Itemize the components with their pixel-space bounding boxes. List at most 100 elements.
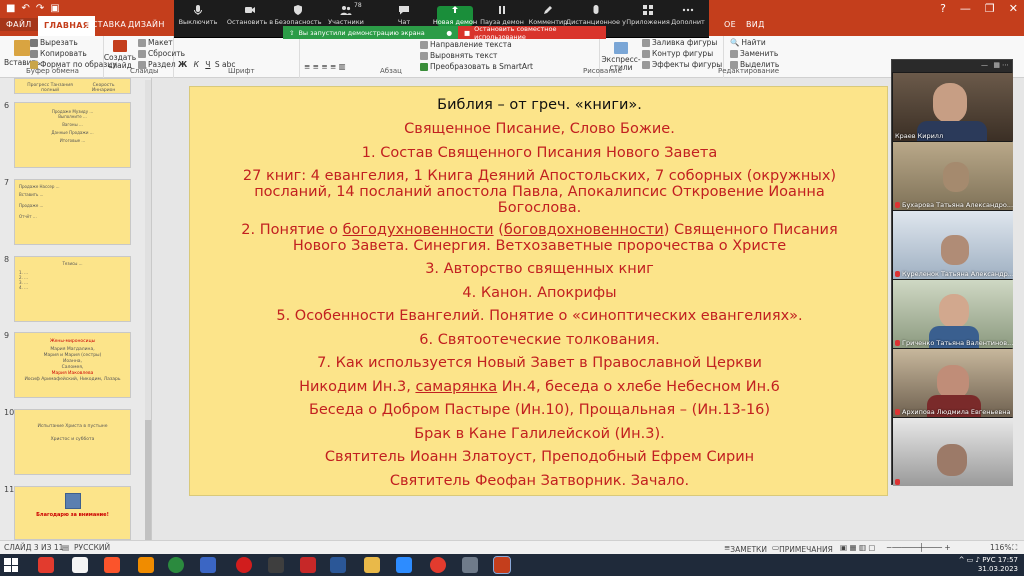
participant-tile[interactable] — [893, 418, 1013, 486]
clipboard-label: Буфер обмена — [26, 67, 79, 75]
yandex-icon[interactable] — [38, 557, 54, 573]
tab-review-partial[interactable]: ОЕ — [718, 18, 742, 31]
replace-button[interactable]: Заменить — [730, 49, 778, 58]
text-direction-button[interactable]: Направление текста — [420, 40, 512, 49]
shape-fill-button[interactable]: Заливка фигуры — [642, 38, 717, 47]
stop-share-button[interactable]: ■ Остановить совместное использование — [458, 25, 606, 41]
minimize-gallery-icon[interactable]: — — [981, 61, 988, 69]
thumbnail-scrollbar[interactable] — [145, 80, 151, 570]
share-notice: ⇧ Вы запустили демонстрацию экрана ● — [283, 26, 458, 39]
gallery-view-icon[interactable]: ▦ — [993, 61, 1000, 69]
paste-icon — [14, 40, 31, 56]
language-indicator[interactable]: РУССКИЙ — [74, 543, 110, 552]
slide-number: 6 — [4, 101, 10, 110]
find-button[interactable]: 🔍 Найти — [730, 38, 766, 47]
slide-counter: СЛАЙД 3 ИЗ 11 — [4, 543, 64, 552]
participants-button[interactable]: Участники 78 — [316, 2, 376, 26]
slide-thumbnail-8[interactable]: Тезисы ... 1. ... 2. ... 3. ... 4. ... — [14, 256, 131, 322]
gallery-header: — ▦ ⋯ — [892, 60, 1012, 72]
app-icon[interactable] — [364, 557, 380, 573]
align-text-button[interactable]: Выровнять текст — [420, 51, 497, 60]
word-icon[interactable] — [330, 557, 346, 573]
copy-button[interactable]: Копировать — [30, 49, 87, 58]
zoom-icon[interactable] — [396, 557, 412, 573]
tray-icons: ^ ▭ ♪ — [958, 556, 983, 564]
muted-mic-icon — [895, 479, 900, 485]
save-icon[interactable]: ■ — [6, 3, 15, 14]
start-button[interactable] — [4, 558, 18, 572]
slide-line: Священное Писание, Слово Божие. — [404, 121, 675, 137]
tab-view[interactable]: ВИД — [740, 18, 771, 31]
slide-number: 10 — [4, 408, 15, 417]
participant-tile[interactable]: Бухарова Татьяна Александро... — [893, 142, 1013, 210]
slide-thumbnail-11[interactable]: Благодарю за внимание! — [14, 486, 131, 540]
app-icon[interactable] — [72, 557, 88, 573]
participant-gallery: — ▦ ⋯ Краев Кирилл Бухарова Татьяна Алек… — [891, 59, 1013, 486]
participants-icon — [340, 6, 352, 15]
pencil-icon — [544, 6, 552, 14]
stop-square-icon: ■ — [464, 28, 471, 37]
layout-button[interactable]: Макет — [138, 38, 173, 47]
scissors-icon — [30, 38, 38, 47]
status-bar: СЛАЙД 3 ИЗ 11 ▤ РУССКИЙ ≡ ЗАМЕТКИ ▭ ПРИМ… — [0, 540, 1024, 554]
participant-tile[interactable]: Краев Кирилл — [893, 73, 1013, 141]
copy-icon — [30, 49, 38, 58]
system-tray[interactable]: ^ ▭ ♪ РУС 17:57 31.03.2023 — [959, 556, 1018, 574]
more-dots-icon — [682, 8, 694, 12]
windows-taskbar: ^ ▭ ♪ РУС 17:57 31.03.2023 — [0, 554, 1024, 576]
participant-tile[interactable]: Куреленок Татьяна Александр... — [893, 211, 1013, 279]
view-buttons[interactable]: ▣ ▦ ▥ ▢ — [840, 543, 876, 552]
chrome-icon[interactable] — [168, 557, 184, 573]
participant-tile[interactable]: Архипова Людмила Евгеньевна — [893, 349, 1013, 417]
fit-slide-icon[interactable]: ⛶ — [1012, 543, 1017, 553]
slide-thumbnail-5[interactable]: Прогресс Танзания полный Скорость Иннарио… — [14, 78, 131, 94]
mute-button[interactable]: Выключить — [168, 2, 228, 26]
slide-line: 4. Канон. Апокрифы — [462, 285, 617, 301]
font-label: Шрифт — [228, 67, 255, 75]
vlc-icon[interactable] — [138, 557, 154, 573]
redo-icon[interactable]: ↷ — [36, 3, 44, 14]
slides-label: Слайды — [130, 67, 159, 75]
notes-button[interactable]: ≡ ЗАМЕТКИ — [724, 543, 767, 554]
app-icon[interactable] — [462, 557, 478, 573]
spellcheck-icon[interactable]: ▤ — [62, 543, 69, 552]
opera-icon[interactable] — [236, 557, 252, 573]
zoom-level[interactable]: 116% — [990, 543, 1011, 552]
tab-design[interactable]: ДИЗАЙН — [122, 18, 171, 31]
app-icon[interactable] — [268, 557, 284, 573]
current-slide[interactable]: Библия – от греч. «книги». Священное Пис… — [189, 86, 888, 496]
slide-thumbnail-6[interactable]: Продаже Музиду ... Выполните ... Вагоны .… — [14, 102, 131, 168]
slide-thumbnail-panel: Прогресс Танзания полный Скорость Иннарио… — [0, 78, 152, 540]
participant-tile[interactable]: Гриченко Татьяна Валентинов... — [893, 280, 1013, 348]
cut-button[interactable]: Вырезать — [30, 38, 78, 47]
mouse-icon — [593, 5, 599, 14]
slide-line: Святитель Феофан Затворник. Зачало. — [389, 473, 690, 489]
slide-line: Нового Завета. Синергия. Ветхозаветные п… — [292, 238, 787, 254]
tab-file[interactable]: ФАЙЛ — [0, 18, 38, 31]
yandex-browser-icon[interactable] — [430, 557, 446, 573]
share-arrow-icon: ⇧ — [289, 28, 295, 37]
more-options-icon[interactable]: ⋯ — [1002, 61, 1009, 69]
slide-line: Богослова. — [497, 200, 582, 216]
slide-line: посланий, 14 посланий апостола Павла, Ап… — [254, 184, 825, 200]
ribbon-group-labels: Буфер обмена Слайды Шрифт Абзац Рисовани… — [0, 66, 1024, 77]
shape-outline-button[interactable]: Контур фигуры — [642, 49, 713, 58]
input-language: РУС — [982, 556, 996, 564]
slide-number: 7 — [4, 178, 10, 187]
remote-control-button[interactable]: Дистанционное у — [566, 2, 626, 26]
undo-icon[interactable]: ↶ — [21, 3, 29, 14]
slide-thumbnail-9[interactable]: Жены-мироносицы Мария Магдалина, Мария и … — [14, 332, 131, 398]
slide-line: 7. Как используется Новый Завет в Правос… — [317, 355, 762, 371]
slide-thumbnail-10[interactable]: Испытание Христа в пустыне Христос и суб… — [14, 409, 131, 475]
slide-thumbnail-7[interactable]: Продаже Нассер ... Вставить ... Продаже .… — [14, 179, 131, 245]
present-icon[interactable]: ▣ — [50, 3, 59, 14]
brave-icon[interactable] — [104, 557, 120, 573]
muted-mic-icon — [895, 271, 900, 277]
pdf-icon[interactable] — [300, 557, 316, 573]
comments-button[interactable]: ▭ ПРИМЕЧАНИЯ — [772, 543, 833, 554]
zoom-slider[interactable]: −──────┼──── + — [886, 543, 951, 552]
clock-date: 31.03.2023 — [977, 565, 1018, 573]
powerpoint-icon[interactable] — [493, 556, 511, 574]
app-icon[interactable] — [200, 557, 216, 573]
more-button[interactable]: Дополнит — [658, 2, 718, 26]
